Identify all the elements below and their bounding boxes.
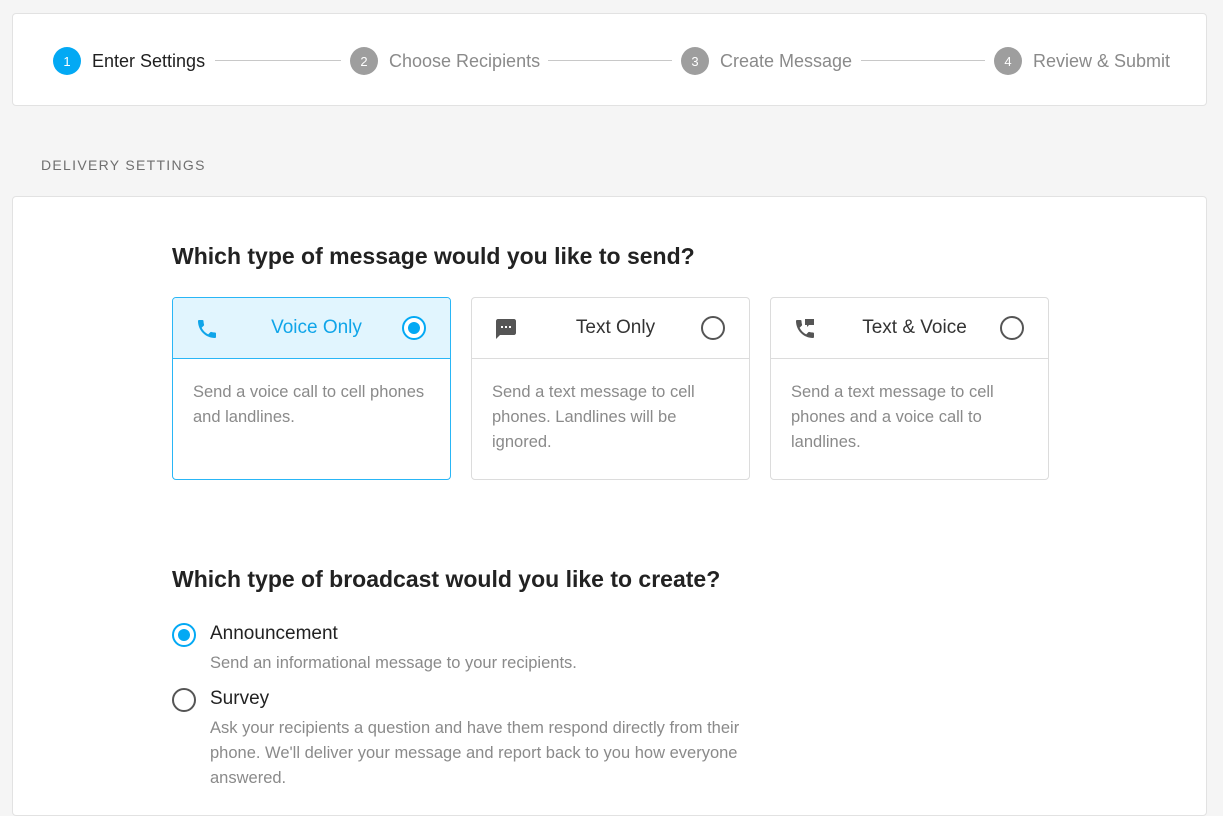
card-description: Send a text message to cell phones and a…: [791, 383, 994, 451]
step-label: Choose Recipients: [389, 50, 541, 71]
message-type-card-text-voice[interactable]: Text & Voice Send a text message to cell…: [770, 297, 1049, 480]
card-description: Send a text message to cell phones. Land…: [492, 383, 695, 451]
step-connector: [861, 60, 985, 61]
step-label: Create Message: [720, 50, 853, 71]
chat-icon: [496, 319, 516, 339]
option-label: Survey: [210, 688, 270, 709]
message-type-card-text[interactable]: Text Only Send a text message to cell ph…: [471, 297, 750, 480]
step-label: Review & Submit: [1033, 50, 1171, 71]
step-connector: [215, 60, 341, 61]
card-title: Text & Voice: [862, 317, 967, 338]
phone-forward-icon: [796, 319, 814, 338]
step-number: 2: [350, 47, 378, 75]
phone-icon: [198, 320, 216, 338]
step-connector: [548, 60, 672, 61]
card-title: Text Only: [575, 317, 656, 338]
step-choose-recipients[interactable]: 2 Choose Recipients: [350, 47, 540, 75]
survey-radio[interactable]: [172, 688, 196, 712]
card-title: Voice Only: [271, 317, 362, 338]
broadcast-type-question: Which type of broadcast would you like t…: [172, 566, 721, 592]
message-type-card-voice[interactable]: Voice Only Send a voice call to cell pho…: [172, 297, 451, 480]
step-review-submit[interactable]: 4 Review & Submit: [994, 47, 1170, 75]
step-number: 3: [681, 47, 709, 75]
step-label: Enter Settings: [92, 50, 206, 71]
card-header: Text Only: [472, 298, 749, 359]
option-label: Announcement: [210, 623, 338, 644]
option-description: Ask your recipients a question and have …: [210, 719, 740, 787]
step-number: 4: [994, 47, 1022, 75]
text-only-radio[interactable]: [701, 316, 725, 340]
message-type-question: Which type of message would you like to …: [172, 243, 695, 269]
voice-only-radio[interactable]: [402, 316, 426, 340]
delivery-settings-panel: Which type of message would you like to …: [12, 196, 1207, 816]
text-voice-radio[interactable]: [1000, 316, 1024, 340]
stepper: 1 Enter Settings 2 Choose Recipients 3 C…: [12, 13, 1207, 106]
card-description: Send a voice call to cell phones and lan…: [193, 383, 425, 426]
card-header: Voice Only: [173, 298, 450, 359]
card-header: Text & Voice: [771, 298, 1048, 359]
announcement-radio[interactable]: [172, 623, 196, 647]
option-description: Send an informational message to your re…: [210, 654, 577, 672]
section-title: DELIVERY SETTINGS: [41, 157, 206, 173]
step-number: 1: [53, 47, 81, 75]
step-create-message[interactable]: 3 Create Message: [681, 47, 852, 75]
step-enter-settings[interactable]: 1 Enter Settings: [53, 47, 205, 75]
